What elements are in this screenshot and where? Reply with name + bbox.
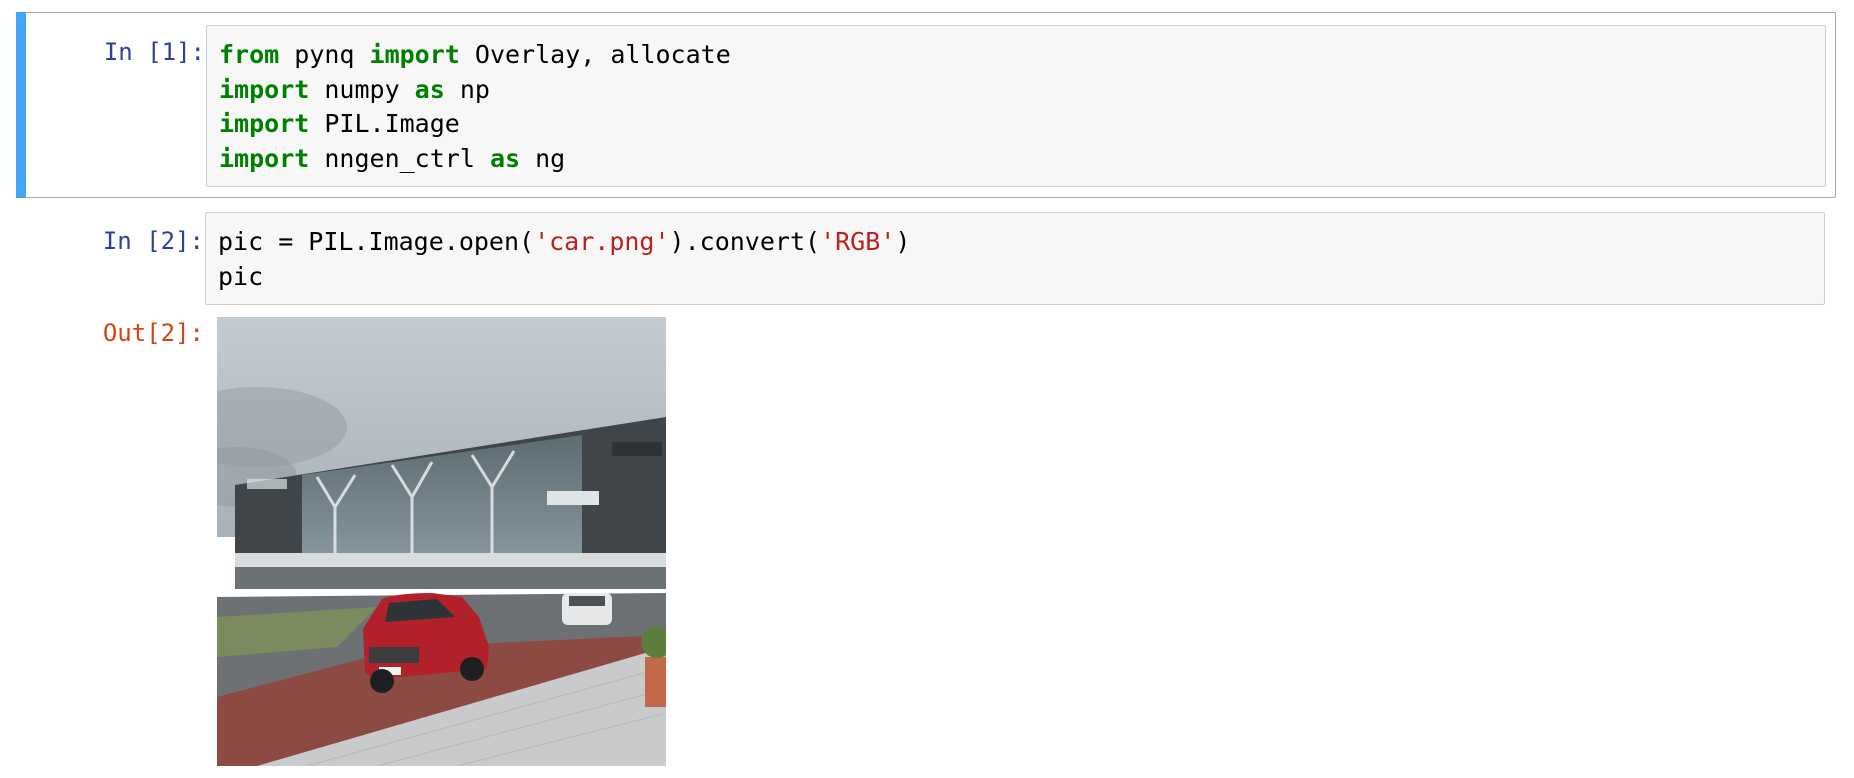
code-token: numpy	[309, 74, 415, 104]
code-token: ).convert(	[669, 227, 821, 256]
keyword-token: import	[219, 143, 310, 173]
code-line: pic	[218, 262, 263, 291]
code-token: pic	[218, 261, 264, 291]
code-token: Overlay, allocate	[459, 40, 731, 69]
code-token: nngen_ctrl	[309, 143, 490, 173]
keyword-token: import	[219, 74, 310, 104]
code-text[interactable]: pic = PIL.Image.open('car.png').convert(…	[206, 213, 1824, 306]
code-token: ng	[520, 143, 566, 173]
code-token: )	[895, 227, 911, 256]
code-line: pic = PIL.Image.open('car.png').convert(…	[218, 227, 910, 256]
code-line: import nngen_ctrl as ng	[219, 144, 565, 173]
input-prompt: In [1]:	[103, 38, 205, 66]
keyword-token: as	[414, 74, 445, 104]
code-editor[interactable]: from pynq import Overlay, allocate impor…	[206, 25, 1826, 187]
code-line: import numpy as np	[219, 75, 490, 104]
code-line: from pynq import Overlay, allocate	[219, 40, 731, 69]
code-line: import PIL.Image	[219, 109, 460, 138]
code-editor[interactable]: pic = PIL.Image.open('car.png').convert(…	[205, 212, 1825, 305]
code-token: pic = PIL.Image.open(	[218, 227, 535, 256]
keyword-token: as	[489, 143, 521, 173]
keyword-token: from	[219, 40, 280, 69]
output-image	[217, 317, 666, 766]
keyword-token: import	[219, 109, 310, 138]
output-prompt: Out[2]:	[102, 319, 204, 347]
keyword-token: import	[369, 40, 460, 69]
code-token: PIL.Image	[309, 109, 460, 138]
string-token: 'car.png'	[534, 227, 670, 256]
input-prompt: In [2]:	[102, 227, 204, 255]
code-cell-2[interactable]: In [2]: pic = PIL.Image.open('car.png').…	[16, 200, 1836, 778]
car-photo	[217, 317, 666, 766]
code-text[interactable]: from pynq import Overlay, allocate impor…	[207, 26, 1825, 188]
code-cell-1[interactable]: In [1]: from pynq import Overlay, alloca…	[16, 12, 1836, 198]
code-token: np	[444, 74, 490, 104]
code-token: pynq	[279, 40, 370, 69]
string-token: 'RGB'	[820, 227, 896, 256]
